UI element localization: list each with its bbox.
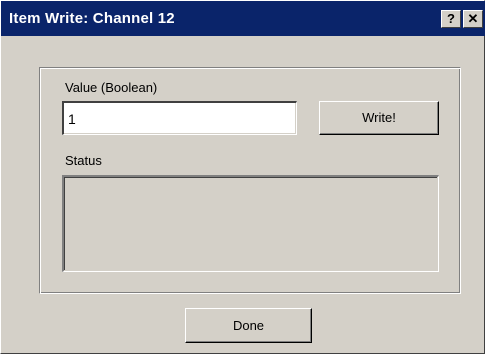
close-button[interactable]: ✕	[463, 10, 483, 28]
close-icon: ✕	[467, 11, 479, 26]
write-button[interactable]: Write!	[319, 101, 439, 135]
status-label: Status	[65, 153, 102, 168]
item-write-dialog: Item Write: Channel 12 ? ✕ Value (Boolea…	[0, 0, 485, 354]
status-box	[62, 175, 439, 272]
done-button[interactable]: Done	[185, 308, 312, 343]
help-icon: ?	[447, 11, 455, 26]
help-button[interactable]: ?	[441, 10, 461, 28]
value-input[interactable]	[62, 101, 297, 135]
value-label: Value (Boolean)	[65, 80, 158, 95]
title-bar[interactable]: Item Write: Channel 12 ? ✕	[1, 1, 485, 36]
window-title: Item Write: Channel 12	[9, 10, 175, 27]
